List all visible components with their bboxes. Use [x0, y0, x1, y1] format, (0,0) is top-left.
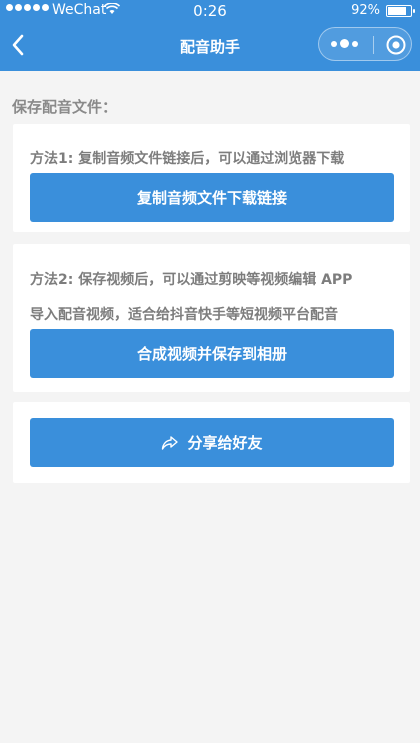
method1-description: 方法1: 复制音频文件链接后，可以通过浏览器下载 [30, 151, 345, 167]
share-card: 分享给好友 [13, 402, 410, 483]
method2-card: 方法2: 保存视频后，可以通过剪映等视频编辑 APP 导入配音视频，适合给抖音快… [13, 244, 410, 392]
battery-percent: 92% [351, 3, 380, 18]
mini-program-capsule [318, 27, 412, 61]
top-bar: WeChat 0:26 92% 配音助手 [0, 0, 420, 71]
share-button-label: 分享给好友 [187, 434, 263, 452]
close-button[interactable] [385, 34, 407, 60]
method1-card: 方法1: 复制音频文件链接后，可以通过浏览器下载 复制音频文件下载链接 [13, 124, 410, 232]
section-title: 保存配音文件： [12, 98, 118, 116]
copy-audio-link-button[interactable]: 复制音频文件下载链接 [30, 173, 394, 222]
share-button[interactable]: 分享给好友 [30, 418, 394, 467]
battery-icon [386, 5, 415, 17]
more-button[interactable] [331, 39, 358, 48]
save-video-button[interactable]: 合成视频并保存到相册 [30, 329, 394, 378]
method2-description-line1: 方法2: 保存视频后，可以通过剪映等视频编辑 APP [30, 272, 353, 288]
capsule-divider [373, 36, 374, 54]
share-arrow-icon [162, 435, 179, 450]
status-bar: WeChat 0:26 92% [0, 0, 420, 22]
more-dots-icon [331, 40, 337, 47]
target-circle-icon [386, 35, 406, 55]
method2-description-line2: 导入配音视频，适合给抖音快手等短视频平台配音 [30, 307, 338, 323]
